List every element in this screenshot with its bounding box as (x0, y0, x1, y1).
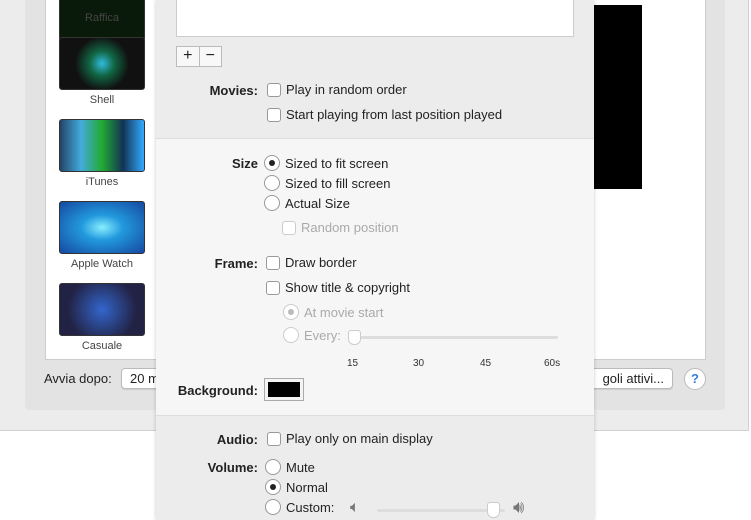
thumb-casuale[interactable] (59, 283, 145, 336)
random-position-label: Random position (301, 220, 399, 235)
help-button[interactable]: ? (684, 368, 706, 390)
movie-list[interactable] (176, 0, 574, 37)
label-apple-watch: Apple Watch (71, 258, 133, 270)
label-raffica: Raffica (84, 12, 120, 24)
mute-radio[interactable]: Mute (265, 459, 315, 475)
resume-checkbox[interactable]: Start playing from last position played (267, 107, 502, 122)
label-itunes: iTunes (85, 176, 119, 188)
mute-label: Mute (286, 459, 315, 475)
show-title-checkbox[interactable]: Show title & copyright (266, 280, 410, 295)
size-label: Size (231, 156, 258, 171)
audio-label: Audio: (216, 432, 258, 447)
background-color-well[interactable] (264, 378, 304, 401)
volume-label: Volume: (207, 460, 258, 475)
main-display-checkbox[interactable]: Play only on main display (267, 431, 433, 446)
frame-label: Frame: (214, 256, 258, 271)
size-fill-label: Sized to fill screen (285, 175, 391, 191)
start-after-label: Avvia dopo: (44, 371, 112, 386)
size-fill-radio[interactable]: Sized to fill screen (264, 175, 391, 191)
thumb-itunes[interactable] (59, 119, 145, 172)
tick-45: 45 (480, 358, 492, 369)
random-order-checkbox[interactable]: Play in random order (267, 82, 407, 97)
resume-label: Start playing from last position played (286, 107, 503, 122)
tick-15: 15 (347, 358, 359, 369)
size-actual-radio[interactable]: Actual Size (264, 195, 350, 211)
custom-radio[interactable]: Custom: (265, 499, 334, 515)
label-casuale: Casuale (81, 340, 123, 352)
screensaver-list[interactable]: Raffica Shell iTunes Apple Watch Casuale (45, 0, 165, 360)
every-radio[interactable]: Every: (283, 327, 341, 343)
remove-button[interactable]: − (200, 47, 222, 66)
tick-30: 30 (413, 358, 425, 369)
volume-slider[interactable] (377, 509, 505, 512)
add-button[interactable]: + (177, 47, 200, 66)
thumb-shell[interactable] (59, 37, 145, 90)
at-start-radio[interactable]: At movie start (283, 304, 383, 320)
size-fit-label: Sized to fit screen (285, 155, 389, 171)
preview-image (594, 5, 642, 189)
random-order-label: Play in random order (286, 82, 407, 97)
draw-border-checkbox[interactable]: Draw border (266, 255, 357, 270)
show-title-label: Show title & copyright (285, 280, 411, 295)
size-actual-label: Actual Size (285, 195, 351, 211)
every-label: Every: (304, 327, 341, 343)
draw-border-label: Draw border (285, 255, 357, 270)
interval-slider-thumb[interactable] (348, 330, 361, 345)
size-fit-radio[interactable]: Sized to fit screen (264, 155, 388, 171)
volume-high-icon: 🔊︎ (513, 497, 525, 517)
label-shell: Shell (89, 94, 115, 106)
custom-label: Custom: (286, 499, 335, 515)
interval-slider[interactable] (351, 336, 558, 339)
options-sheet: + − Movies: Play in random order Start p… (156, 0, 594, 520)
main-display-label: Play only on main display (286, 431, 433, 446)
tick-60s: 60s (544, 358, 561, 369)
movies-label: Movies: (209, 83, 258, 98)
display-section: Size Sized to fit screen Sized to fill s… (156, 138, 594, 416)
background-label: Background: (177, 383, 258, 398)
volume-slider-thumb[interactable] (487, 502, 500, 518)
at-start-label: At movie start (304, 304, 384, 320)
normal-radio[interactable]: Normal (265, 479, 328, 495)
random-position-checkbox[interactable]: Random position (282, 220, 399, 235)
thumb-apple-watch[interactable] (59, 201, 145, 254)
normal-label: Normal (286, 479, 328, 495)
volume-low-icon: 🔈︎ (350, 499, 360, 516)
